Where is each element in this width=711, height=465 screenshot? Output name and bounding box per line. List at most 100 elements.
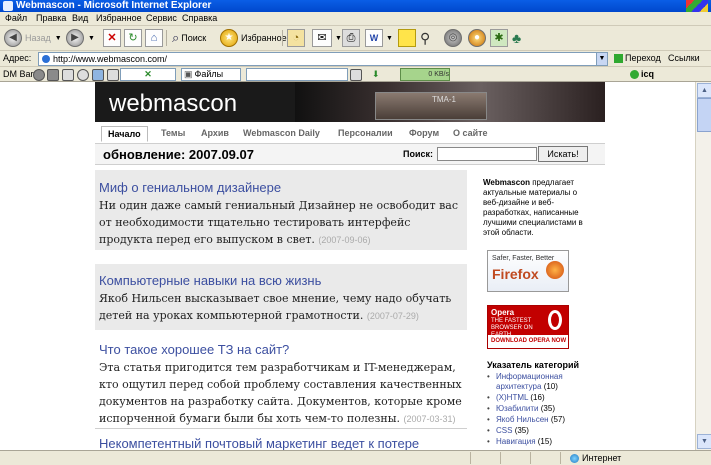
article-item: Миф о гениальном дизайнере Ни один даже … [95,170,467,250]
category-count: (10) [543,382,558,391]
address-url: http://www.webmascon.com/ [53,54,168,64]
dm-menu-icon[interactable] [107,69,119,81]
scroll-up-icon[interactable]: ▲ [697,83,711,98]
firefox-badge[interactable]: Safer, Faster, Better Firefox [487,250,569,292]
site-search-button[interactable]: Искать! [538,146,588,162]
page-icon [42,55,50,63]
research-button[interactable]: ◎ [444,29,462,47]
article-date: (2007-07-29) [366,311,419,321]
vertical-scrollbar[interactable]: ▲ ▼ [695,82,711,450]
history-button[interactable]: ◔ [287,29,305,47]
article-title[interactable]: Что такое хорошее ТЗ на сайт? [99,342,289,357]
dm-window-icon[interactable] [92,69,104,81]
nav-daily[interactable]: Webmascon Daily [243,128,320,138]
address-bar: Адрес: http://www.webmascon.com/ ▼ Перех… [0,51,711,67]
mail-dropdown-icon: ▼ [335,34,342,42]
sidebar-intro: Webmascon предлагает актуальные материал… [483,178,595,238]
article-title[interactable]: Миф о гениальном дизайнере [99,180,281,195]
forward-button[interactable]: ▶ ▼ [66,29,95,47]
dm-globe-icon[interactable] [33,69,45,81]
opera-tagline: THE FASTEST BROWSER ON EARTH [491,318,533,338]
site-search-input[interactable] [437,147,537,161]
back-arrow-icon: ◀ [4,29,22,47]
site-search-label: Поиск: [403,149,434,159]
dm-files-label: Файлы [194,69,224,79]
scroll-down-icon[interactable]: ▼ [697,434,711,449]
opera-o-icon [548,310,562,330]
status-pane-divider [560,452,561,464]
addon-button-2[interactable]: ✱ [490,29,508,47]
favorites-button[interactable]: ★ Избранное [220,29,287,47]
home-button[interactable]: ⌂ [145,29,163,47]
article-body: Эта статья пригодится тем разработчикам … [99,359,464,428]
article-title[interactable]: Некомпетентный почтовый маркетинг ведет … [99,436,419,450]
article-divider [95,428,467,429]
dm-search-input[interactable] [246,68,348,81]
dm-status-box[interactable]: ✕ [120,68,176,81]
edit-word-button[interactable]: W ▼ [365,29,393,47]
stop-button[interactable]: ✕ [103,29,121,47]
article-date: (2007-03-31) [403,414,456,424]
messenger-button[interactable]: ⚲ [420,29,430,47]
go-button[interactable]: Переход [614,53,661,64]
category-count: (16) [530,393,545,402]
category-count: (35) [540,404,555,413]
links-button[interactable]: Ссылки [668,53,700,63]
dm-files-select[interactable]: ▣ Файлы [181,68,241,81]
refresh-button[interactable]: ↻ [124,29,142,47]
back-label: Назад [25,33,51,43]
category-item: Информационная архитектура (10) [487,372,597,392]
nav-forum[interactable]: Форум [409,128,439,138]
nav-persons[interactable]: Персоналии [338,128,393,138]
icq-button[interactable]: icq [630,69,654,80]
category-link[interactable]: (X)HTML [496,393,528,402]
webmascon-page: TMA-1 webmascon Начало Темы Архив Webmas… [95,82,605,450]
research-icon: ◎ [444,29,462,47]
dm-search-icon[interactable] [350,69,362,81]
menu-help[interactable]: Справка [182,13,217,23]
print-button[interactable]: ⎙ [342,29,360,47]
note-icon [398,29,416,47]
search-button[interactable]: ⌕ Поиск [172,29,206,47]
nav-topics[interactable]: Темы [161,128,185,138]
article-title[interactable]: Компьютерные навыки на всю жизнь [99,273,321,288]
addon-button-1[interactable]: ● [468,29,486,47]
menu-edit[interactable]: Правка [36,13,66,23]
window-title: Webmascon - Microsoft Internet Explorer [16,0,212,11]
categories-title: Указатель категорий [487,360,580,370]
category-link[interactable]: Навигация [496,437,536,446]
sidebar-brand: Webmascon [483,178,530,187]
address-dropdown-icon[interactable]: ▼ [596,53,607,65]
nav-about[interactable]: О сайте [453,128,488,138]
nav-archive[interactable]: Архив [201,128,229,138]
mail-button[interactable]: ✉ ▼ [312,29,342,47]
dm-download-icon[interactable]: ⬇ [372,69,382,79]
status-pane-divider [470,452,471,464]
scroll-thumb[interactable] [697,98,711,132]
dm-dropdown-icon[interactable] [77,69,89,81]
menu-tools[interactable]: Сервис [146,13,177,23]
menu-file[interactable]: Файл [5,13,27,23]
windows-logo-icon [686,0,708,12]
notes-button[interactable] [398,29,416,47]
category-link[interactable]: Юзабилити [496,404,539,413]
site-logo[interactable]: webmascon [109,90,237,118]
internet-globe-icon [570,454,579,464]
ie-app-icon [3,1,13,11]
back-button[interactable]: ◀ Назад ▼ [4,29,62,47]
status-pane-divider [500,452,501,464]
opera-badge[interactable]: Opera THE FASTEST BROWSER ON EARTH DOWNL… [487,305,569,349]
dm-settings-icon[interactable] [47,69,59,81]
article-body: Якоб Нильсен высказывает свое мнение, че… [99,290,464,325]
addon-button-3[interactable]: ♣ [512,29,521,47]
menu-view[interactable]: Вид [72,13,88,23]
dm-folder-icon[interactable] [62,69,74,81]
address-input[interactable]: http://www.webmascon.com/ ▼ [38,52,608,66]
mail-icon: ✉ [312,29,332,47]
nav-home[interactable]: Начало [101,126,148,142]
banner-meter: TMA-1 [375,92,487,120]
category-link[interactable]: Якоб Нильсен [496,415,549,424]
menu-favorites[interactable]: Избранное [96,13,142,23]
category-link[interactable]: CSS [496,426,512,435]
banner-photo: TMA-1 [295,82,605,122]
